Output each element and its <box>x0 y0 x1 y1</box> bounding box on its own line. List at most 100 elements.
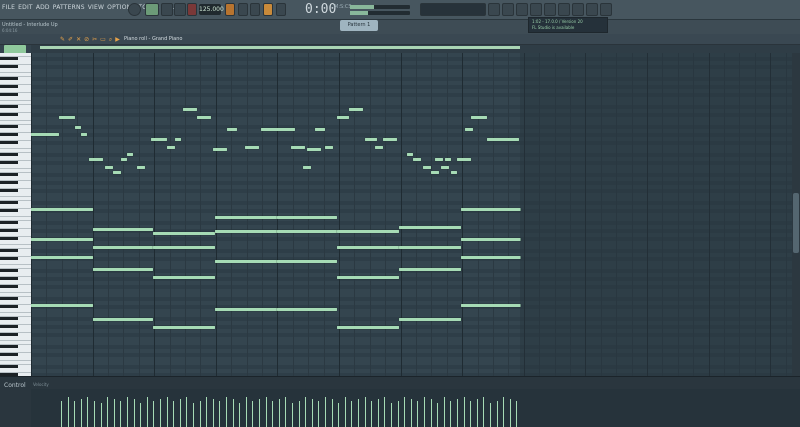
note[interactable] <box>93 268 153 271</box>
velocity-bar[interactable] <box>212 399 214 427</box>
note[interactable] <box>399 318 461 321</box>
note[interactable] <box>153 276 215 279</box>
note[interactable] <box>431 171 439 174</box>
pencil-icon[interactable]: ✎ <box>60 36 65 43</box>
note[interactable] <box>461 304 521 307</box>
velocity-bar[interactable] <box>120 401 122 427</box>
velocity-bar[interactable] <box>358 399 359 427</box>
note[interactable] <box>441 166 449 169</box>
note[interactable] <box>487 138 519 141</box>
velocity-bar[interactable] <box>410 399 412 427</box>
black-key[interactable] <box>0 345 18 348</box>
velocity-bar[interactable] <box>325 397 326 427</box>
velocity-bar[interactable] <box>259 399 260 427</box>
velocity-bar[interactable] <box>404 397 406 427</box>
note[interactable] <box>461 208 521 211</box>
note[interactable] <box>465 128 473 131</box>
song-mode-toggle[interactable] <box>145 3 159 16</box>
note[interactable] <box>407 153 413 156</box>
note[interactable] <box>213 148 227 151</box>
velocity-bar[interactable] <box>490 403 491 427</box>
note[interactable] <box>261 128 295 131</box>
velocity-bar[interactable] <box>226 397 227 427</box>
tempo-display[interactable]: 125.000 <box>199 4 224 15</box>
note[interactable] <box>337 246 399 249</box>
black-key[interactable] <box>0 209 18 212</box>
black-key[interactable] <box>0 105 18 108</box>
velocity-bar[interactable] <box>397 401 399 427</box>
menu-item-file[interactable]: FILE <box>2 4 15 11</box>
black-key[interactable] <box>0 333 18 336</box>
note[interactable] <box>31 238 93 241</box>
velocity-bar[interactable] <box>470 401 472 427</box>
black-key[interactable] <box>0 269 18 272</box>
black-key[interactable] <box>0 113 18 116</box>
tempo-tap-button[interactable] <box>572 3 584 16</box>
piano-keyboard[interactable] <box>0 53 31 376</box>
note[interactable] <box>337 230 399 233</box>
note[interactable] <box>277 260 337 263</box>
velocity-bar[interactable] <box>496 401 498 427</box>
velocity-bar[interactable] <box>371 401 373 427</box>
velocity-bar[interactable] <box>127 397 128 427</box>
note-grid[interactable] <box>31 53 800 376</box>
velocity-bar[interactable] <box>100 403 102 427</box>
velocity-bar[interactable] <box>199 401 201 427</box>
velocity-bar[interactable] <box>186 397 188 427</box>
velocity-bar[interactable] <box>331 399 333 427</box>
menu-item-patterns[interactable]: PATTERNS <box>53 4 85 11</box>
velocity-bar[interactable] <box>311 399 313 427</box>
brush-icon[interactable]: ✐ <box>68 36 73 43</box>
note[interactable] <box>89 158 103 161</box>
velocity-bar[interactable] <box>193 403 194 427</box>
note[interactable] <box>337 326 399 329</box>
velocity-bar[interactable] <box>219 401 221 427</box>
velocity-bar[interactable] <box>364 397 366 427</box>
note[interactable] <box>245 146 259 149</box>
note[interactable] <box>113 171 121 174</box>
velocity-bar[interactable] <box>278 399 280 427</box>
black-key[interactable] <box>0 221 18 224</box>
note[interactable] <box>215 216 277 219</box>
velocity-bar[interactable] <box>417 401 419 427</box>
note[interactable] <box>277 308 337 311</box>
black-key[interactable] <box>0 93 18 96</box>
channel-rack-button[interactable] <box>502 3 514 16</box>
note[interactable] <box>307 148 321 151</box>
note[interactable] <box>175 138 181 141</box>
note[interactable] <box>93 246 153 249</box>
note[interactable] <box>121 158 127 161</box>
mixer-button[interactable] <box>516 3 528 16</box>
black-key[interactable] <box>0 201 18 204</box>
browser-button[interactable] <box>544 3 556 16</box>
piano-roll-button[interactable] <box>530 3 542 16</box>
mute-icon[interactable]: ⊘ <box>84 36 89 43</box>
loop-record-button[interactable] <box>263 3 273 16</box>
stop-button[interactable] <box>174 3 186 16</box>
select-icon[interactable]: ▭ <box>100 36 106 43</box>
velocity-bar[interactable] <box>160 399 161 427</box>
note[interactable] <box>349 108 363 111</box>
note[interactable] <box>337 116 349 119</box>
black-key[interactable] <box>0 57 18 60</box>
note[interactable] <box>127 153 133 156</box>
note[interactable] <box>59 116 75 119</box>
black-key[interactable] <box>0 125 18 128</box>
note[interactable] <box>303 166 311 169</box>
velocity-bar[interactable] <box>173 401 175 427</box>
note[interactable] <box>383 138 397 141</box>
velocity-bar[interactable] <box>430 399 432 427</box>
note[interactable] <box>277 230 337 233</box>
black-key[interactable] <box>0 153 18 156</box>
black-key[interactable] <box>0 65 18 68</box>
velocity-bar[interactable] <box>285 397 287 427</box>
velocity-bar[interactable] <box>107 397 109 427</box>
velocity-bar[interactable] <box>140 403 142 427</box>
velocity-bar[interactable] <box>179 399 181 427</box>
menu-item-edit[interactable]: EDIT <box>18 4 33 11</box>
scroll-thumb[interactable] <box>793 193 799 253</box>
velocity-bar[interactable] <box>94 401 95 427</box>
velocity-bar[interactable] <box>476 399 478 427</box>
velocity-bar[interactable] <box>457 399 458 427</box>
note[interactable] <box>75 126 81 129</box>
